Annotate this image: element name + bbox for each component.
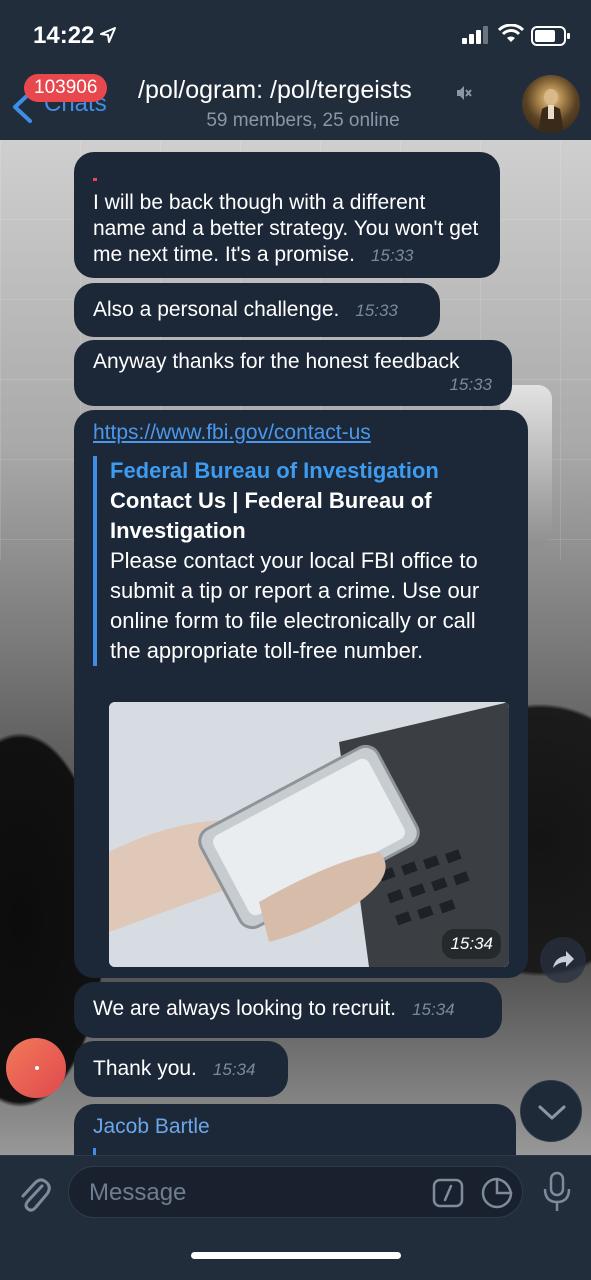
- muted-speaker-icon: [457, 86, 472, 100]
- sticker-icon[interactable]: [480, 1176, 514, 1210]
- message-time: 15:34: [212, 1060, 256, 1079]
- avatar-dot: [35, 1066, 39, 1070]
- link-preview-image[interactable]: 15:34: [109, 702, 509, 967]
- wifi-icon: [498, 24, 524, 42]
- message-time: 15:33: [355, 301, 398, 320]
- group-avatar-image: [538, 89, 564, 133]
- link-message-bubble[interactable]: https://www.fbi.gov/contact-us Federal B…: [74, 410, 528, 978]
- message-input-bar: Message: [0, 1155, 591, 1280]
- message-bubble[interactable]: Anyway thanks for the honest feedback 15…: [74, 340, 512, 406]
- message-time: 15:34: [442, 929, 501, 959]
- battery-icon: [531, 26, 570, 46]
- message-text: We are always looking to recruit.: [93, 997, 397, 1020]
- microphone-icon[interactable]: [540, 1171, 574, 1213]
- message-time: 15:33: [449, 375, 492, 394]
- sender-avatar[interactable]: [6, 1038, 66, 1098]
- chat-member-count: 59 members, 25 online: [206, 110, 400, 131]
- message-link[interactable]: https://www.fbi.gov/contact-us: [93, 420, 508, 446]
- message-bubble[interactable]: Thank you. 15:34: [74, 1041, 288, 1097]
- home-indicator: [191, 1252, 401, 1259]
- bot-commands-icon[interactable]: [432, 1178, 464, 1208]
- share-arrow-icon: [553, 951, 574, 968]
- chevron-down-icon: [538, 1105, 566, 1120]
- link-preview-site: Federal Bureau of Investigation: [110, 458, 439, 483]
- link-preview-description: Please contact your local FBI office to …: [110, 548, 480, 663]
- sender-name[interactable]: Jacob Bartle: [93, 1115, 210, 1138]
- status-time: 14:22: [33, 22, 95, 49]
- chat-title[interactable]: /pol/ogram: /pol/tergeists: [138, 76, 412, 105]
- reply-quote-bar: [93, 1148, 96, 1155]
- message-text: Anyway thanks for the honest feedback: [93, 350, 460, 373]
- status-bar: 14:22: [0, 0, 591, 62]
- chat-header: Chats 103906 /pol/ogram: /pol/tergeists …: [0, 62, 591, 140]
- message-bubble[interactable]: I will be back though with a different n…: [74, 152, 500, 278]
- message-text: I will be back though with a different n…: [93, 191, 479, 266]
- message-time: 15:33: [370, 246, 414, 265]
- link-preview[interactable]: Federal Bureau of Investigation Contact …: [93, 456, 509, 666]
- forward-button[interactable]: [540, 937, 586, 983]
- link-preview-title: Contact Us | Federal Bureau of Investiga…: [110, 488, 432, 543]
- message-time: 15:34: [412, 1000, 455, 1019]
- message-bubble[interactable]: Also a personal challenge. 15:33: [74, 283, 440, 337]
- group-avatar[interactable]: [522, 75, 580, 133]
- unread-count-badge: 103906: [24, 74, 108, 102]
- hands-phone-laptop-image: [109, 702, 509, 967]
- message-list[interactable]: I will be back though with a different n…: [0, 140, 591, 1155]
- message-bubble[interactable]: We are always looking to recruit. 15:34: [74, 982, 502, 1038]
- red-mark: [93, 178, 97, 181]
- cellular-signal-icon: [462, 26, 488, 44]
- scroll-to-bottom-button[interactable]: [520, 1080, 582, 1142]
- message-bubble[interactable]: Jacob Bartle: [74, 1104, 516, 1155]
- message-text: Also a personal challenge.: [93, 298, 340, 321]
- paperclip-icon[interactable]: [16, 1174, 52, 1214]
- message-text: Thank you.: [93, 1057, 197, 1080]
- location-arrow-icon: [100, 27, 116, 43]
